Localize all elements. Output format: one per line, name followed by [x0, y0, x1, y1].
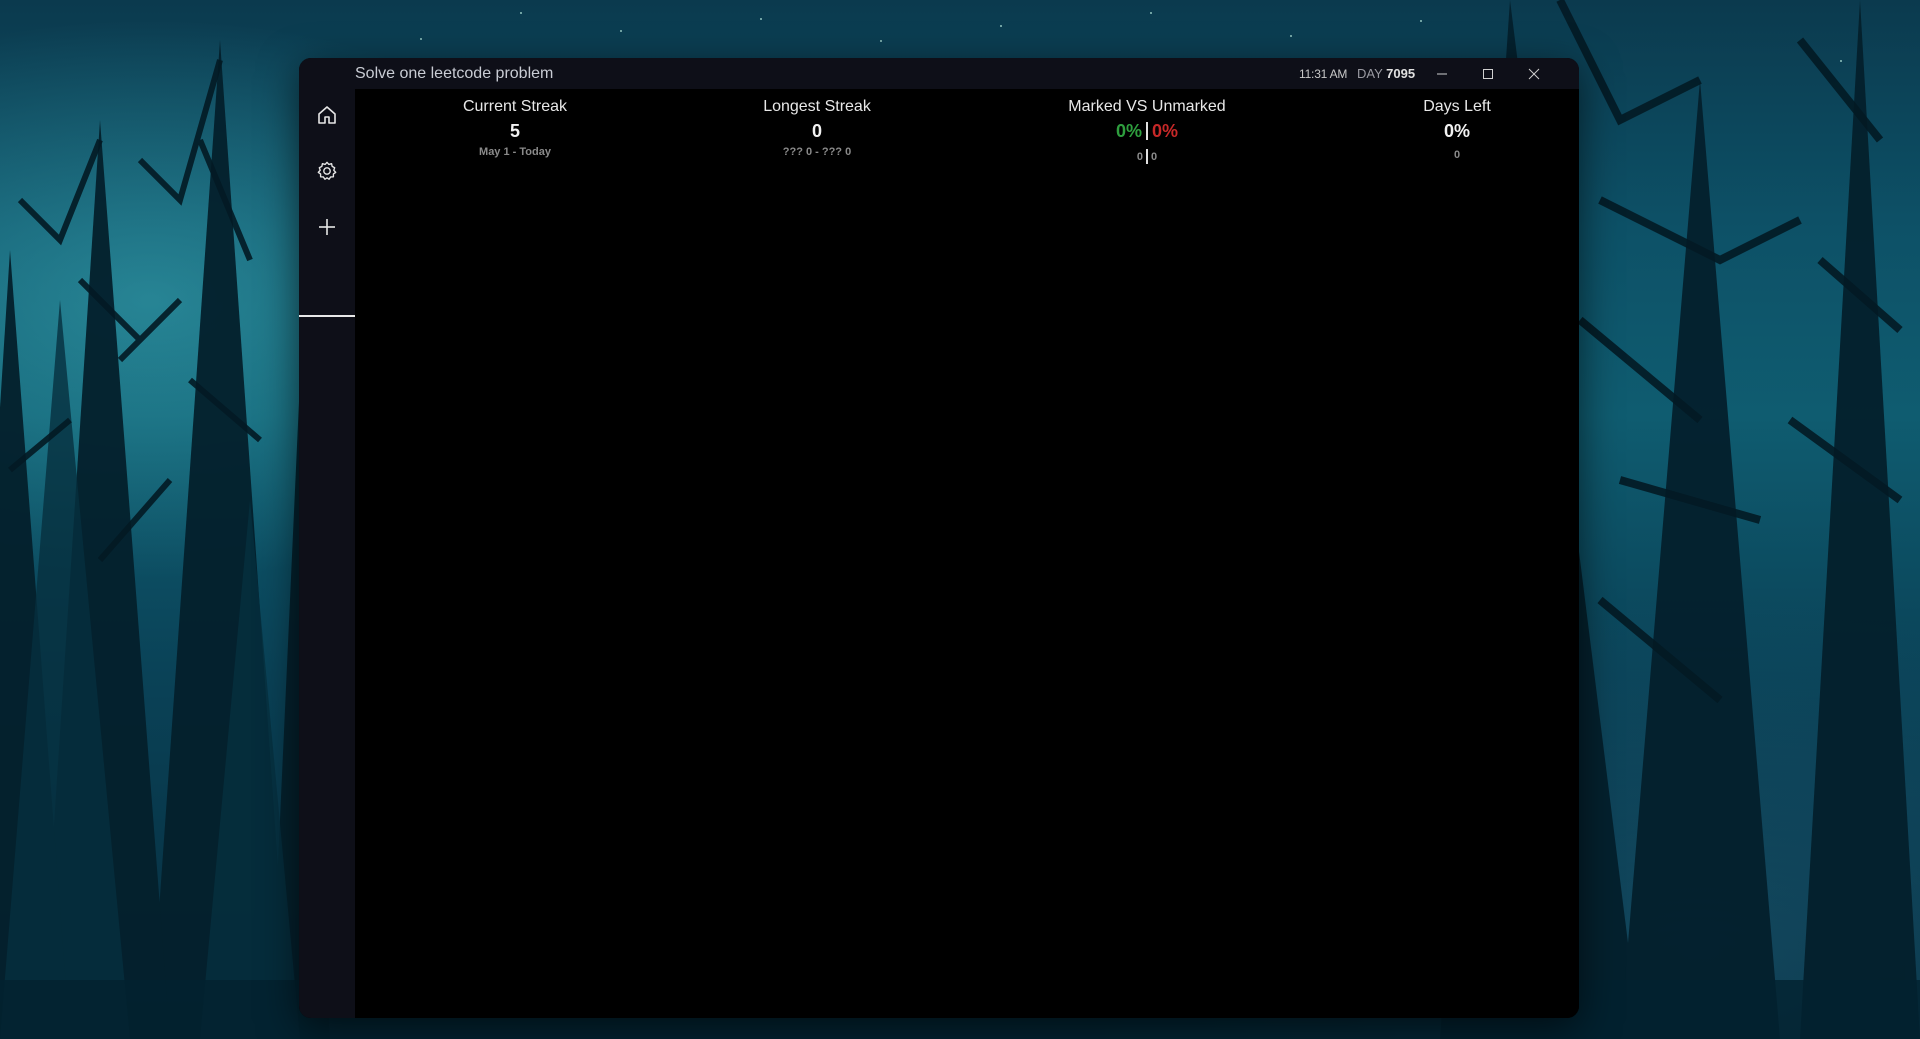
- day-number: 7095: [1386, 66, 1416, 81]
- close-icon: [1528, 68, 1540, 79]
- content-area: [355, 189, 1579, 1018]
- gear-icon: [317, 161, 337, 180]
- sidebar-item-settings[interactable]: [299, 145, 355, 197]
- day-label: DAY: [1357, 66, 1383, 81]
- stat-title: Current Streak: [462, 98, 568, 115]
- maximize-button[interactable]: [1468, 58, 1508, 89]
- divider: [1146, 149, 1148, 164]
- stat-title: Marked VS Unmarked: [1068, 98, 1226, 115]
- stat-range: May 1 - Today: [479, 146, 551, 158]
- stat-value: 0: [811, 121, 822, 141]
- sidebar-item-home[interactable]: [299, 89, 355, 141]
- stat-title: Longest Streak: [763, 98, 871, 115]
- minimize-button[interactable]: [1422, 58, 1462, 89]
- app-window: Solve one leetcode problem 11:31 AM DAY …: [299, 58, 1579, 1018]
- stat-value: 0%: [1443, 121, 1470, 141]
- day-counter: DAY 7095: [1357, 66, 1415, 81]
- plus-icon: [319, 219, 335, 235]
- close-button[interactable]: [1514, 58, 1554, 89]
- unmarked-count: 0: [1151, 151, 1158, 163]
- stats-panel: Current Streak 5 May 1 - Today Longest S…: [355, 89, 1579, 189]
- marked-count: 0: [1136, 151, 1143, 163]
- stat-longest-streak: Longest Streak 0 ??? 0 - ??? 0: [687, 89, 947, 158]
- stat-range: ??? 0 - ??? 0: [782, 146, 852, 158]
- sidebar: [299, 89, 355, 1018]
- divider: [1146, 122, 1148, 140]
- stat-count: 0: [1453, 149, 1461, 161]
- stat-counts: 00: [1017, 149, 1277, 164]
- stat-title: Days Left: [1423, 98, 1491, 115]
- stat-value: 0% 0%: [1017, 121, 1277, 143]
- maximize-icon: [1483, 68, 1493, 79]
- home-icon: [318, 106, 336, 124]
- marked-percent: 0%: [1115, 121, 1142, 141]
- stat-value: 5: [509, 121, 520, 141]
- minimize-icon: [1437, 73, 1447, 74]
- selected-indicator: [299, 315, 355, 317]
- window-title: Solve one leetcode problem: [355, 65, 554, 82]
- stat-marked-vs-unmarked: Marked VS Unmarked 0% 0% 00: [1017, 89, 1277, 164]
- stat-days-left: Days Left 0% 0: [1327, 89, 1579, 161]
- stat-current-streak: Current Streak 5 May 1 - Today: [385, 89, 645, 158]
- sidebar-item-add[interactable]: [299, 201, 355, 253]
- clock: 11:31 AM: [1299, 67, 1348, 81]
- unmarked-percent: 0%: [1152, 121, 1179, 141]
- title-bar[interactable]: Solve one leetcode problem 11:31 AM DAY …: [299, 58, 1579, 89]
